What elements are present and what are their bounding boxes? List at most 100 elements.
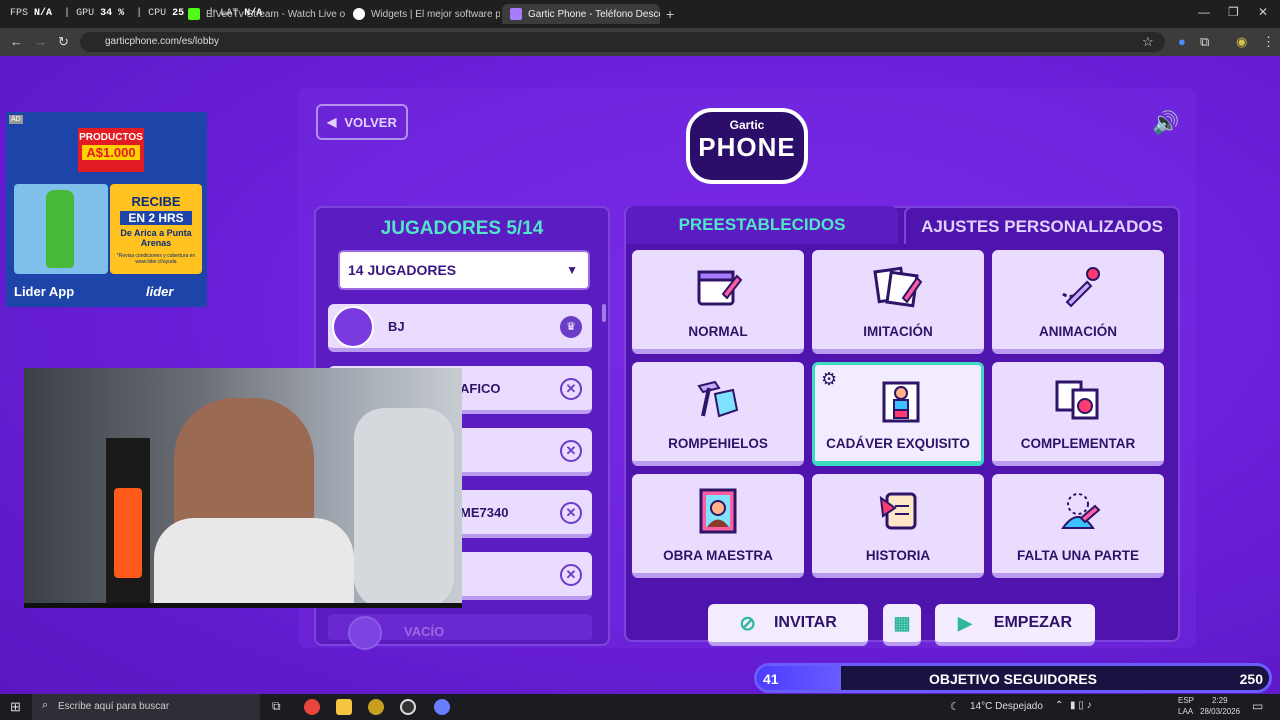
app-icon[interactable] <box>368 699 384 715</box>
promo-line-2: EN 2 HRS <box>120 211 192 225</box>
reload-icon[interactable]: ↻ <box>58 34 69 50</box>
badge-label: PRODUCTOS <box>79 132 143 143</box>
discord-icon[interactable] <box>434 699 450 715</box>
fps-value: N/A <box>34 8 53 19</box>
player-name: AFICO <box>460 381 501 396</box>
webcam-frame-bar <box>24 603 462 608</box>
start-button[interactable]: ▶ EMPEZAR <box>935 604 1095 646</box>
fps-label: FPS <box>10 8 29 19</box>
follower-goal-bar: 41 OBJETIVO SEGUIDORES 250 <box>754 663 1272 693</box>
taskbar-search[interactable]: Escribe aquí para buscar <box>32 694 260 720</box>
chrome-icon[interactable] <box>304 699 320 715</box>
player-row: BJ ♛ <box>328 304 592 352</box>
empty-slot-label: VACÍO <box>404 624 445 639</box>
animation-icon <box>1062 267 1100 308</box>
kick-player-icon[interactable]: ✕ <box>560 378 582 400</box>
extension-icon[interactable]: ● <box>1178 34 1186 49</box>
players-title: JUGADORES 5/14 <box>380 218 544 239</box>
tab-preset[interactable]: PREESTABLECIDOS <box>626 206 898 244</box>
players-scrollbar[interactable] <box>602 304 606 322</box>
menu-dots-icon[interactable]: ⋮ <box>1262 34 1275 50</box>
minimize-icon[interactable]: — <box>1198 5 1210 19</box>
logo-top-text: Gartic <box>729 118 765 132</box>
browser-tab-bar: FPS N/A | GPU 34 % | CPU 25 % | LAT N/A … <box>0 0 1280 28</box>
qr-code-icon: ▦ <box>893 612 911 633</box>
obs-icon[interactable] <box>400 699 416 715</box>
start-label: EMPEZAR <box>993 614 1073 631</box>
profile-avatar-icon[interactable]: ◉ <box>1236 34 1247 50</box>
tray-icons[interactable]: ▮ ▯ ♪ <box>1070 700 1092 711</box>
windows-start-icon[interactable]: ⊞ <box>10 699 21 715</box>
gpu-label: GPU <box>76 8 95 19</box>
mode-normal[interactable]: NORMAL <box>632 250 804 354</box>
task-view-icon[interactable]: ⧉ <box>272 699 281 714</box>
qr-code-button[interactable]: ▦ <box>883 604 921 646</box>
file-explorer-icon[interactable] <box>336 699 352 715</box>
mode-story[interactable]: HISTORIA <box>812 474 984 578</box>
followers-goal-value: 250 <box>1239 671 1263 687</box>
gaming-chair <box>354 408 454 608</box>
promo-fine-print: *Revisa condiciones y cobertura en www.l… <box>116 253 196 265</box>
detergent-bottle <box>46 190 74 268</box>
ad-tag: AD <box>9 115 23 124</box>
lider-ad-banner[interactable]: AD PRODUCTOS A$1.000 RECIBE EN 2 HRS De … <box>6 112 207 307</box>
complement-icon <box>1055 380 1099 420</box>
gartic-favicon-icon <box>510 8 522 20</box>
tab-gartic-phone[interactable]: Gartic Phone - Teléfono Desco ✕ <box>502 4 660 24</box>
microphone-light <box>114 488 142 578</box>
max-players-select[interactable]: 14 JUGADORES ▼ <box>338 250 590 290</box>
product-image <box>14 184 108 274</box>
kick-player-icon[interactable]: ✕ <box>560 440 582 462</box>
restore-icon[interactable]: ❐ <box>1228 5 1239 19</box>
tab-title: Widgets | El mejor software para <box>371 8 500 20</box>
promo-line-1: RECIBE <box>131 194 181 209</box>
back-label: VOLVER <box>344 114 397 130</box>
sound-icon[interactable]: 🔊 <box>1152 110 1182 136</box>
mode-icebreaker[interactable]: ROMPEHIELOS <box>632 362 804 466</box>
mode-complement[interactable]: COMPLEMENTAR <box>992 362 1164 466</box>
cpu-label: CPU <box>148 8 167 19</box>
lider-app-label: Lider App <box>14 284 75 299</box>
tab-widgets[interactable]: Widgets | El mejor software para ✕ <box>345 4 500 24</box>
tab-custom-settings[interactable]: AJUSTES PERSONALIZADOS <box>904 206 1180 244</box>
mode-label: ROMPEHIELOS <box>668 436 768 451</box>
player-name: BJ <box>388 319 405 334</box>
mode-settings-gear-icon[interactable]: ⚙ <box>821 369 837 390</box>
invite-label: INVITAR <box>773 614 837 631</box>
kick-player-icon[interactable]: ✕ <box>560 502 582 524</box>
weather-text: 14°C Despejado <box>970 701 1043 712</box>
keyboard-layout-indicator[interactable]: LAA <box>1178 707 1193 716</box>
mode-masterpiece[interactable]: OBRA MAESTRA <box>632 474 804 578</box>
mode-imitation[interactable]: IMITACIÓN <box>812 250 984 354</box>
kick-favicon-icon <box>188 8 200 20</box>
tray-chevron-icon[interactable]: ⌃ <box>1055 700 1063 711</box>
close-window-icon[interactable]: ✕ <box>1258 5 1268 19</box>
forward-arrow-icon[interactable]: → <box>34 34 47 49</box>
back-button[interactable]: ◀ VOLVER <box>316 104 408 140</box>
clock-time[interactable]: 2:29 <box>1212 696 1228 705</box>
kick-player-icon[interactable]: ✕ <box>560 564 582 586</box>
url-text: garticphone.com/es/lobby <box>105 36 219 47</box>
gpu-value: 34 % <box>100 8 125 19</box>
language-indicator[interactable]: ESP <box>1178 696 1194 705</box>
notifications-icon[interactable]: ▭ <box>1252 699 1263 713</box>
search-icon: ⌕ <box>42 699 49 711</box>
mode-label: COMPLEMENTAR <box>1020 436 1136 451</box>
tab-efveetv[interactable]: EfVeeTv Stream - Watch Live on ✕ <box>180 4 345 24</box>
exquisite-corpse-icon <box>882 381 920 423</box>
max-players-value: 14 JUGADORES <box>348 262 457 278</box>
mode-missing-piece[interactable]: FALTA UNA PARTE <box>992 474 1164 578</box>
invite-button[interactable]: ⊘ INVITAR <box>708 604 868 646</box>
dropdown-arrow-icon: ▼ <box>566 263 578 277</box>
bookmark-star-icon[interactable]: ☆ <box>1142 34 1154 50</box>
mode-animation[interactable]: ANIMACIÓN <box>992 250 1164 354</box>
clock-date[interactable]: 28/03/2026 <box>1200 707 1240 716</box>
new-tab-button[interactable]: + <box>666 6 674 22</box>
url-field[interactable]: garticphone.com/es/lobby <box>80 32 1165 52</box>
extensions-puzzle-icon[interactable]: ⧉ <box>1200 34 1209 50</box>
mode-label: OBRA MAESTRA <box>663 548 773 563</box>
back-arrow-icon[interactable]: ← <box>10 34 23 49</box>
mode-exquisite-corpse[interactable]: ⚙ CADÁVER EXQUISITO <box>812 362 984 466</box>
player-name: ME7340 <box>460 505 509 520</box>
promo-line-3: De Arica a Punta Arenas <box>120 228 192 248</box>
